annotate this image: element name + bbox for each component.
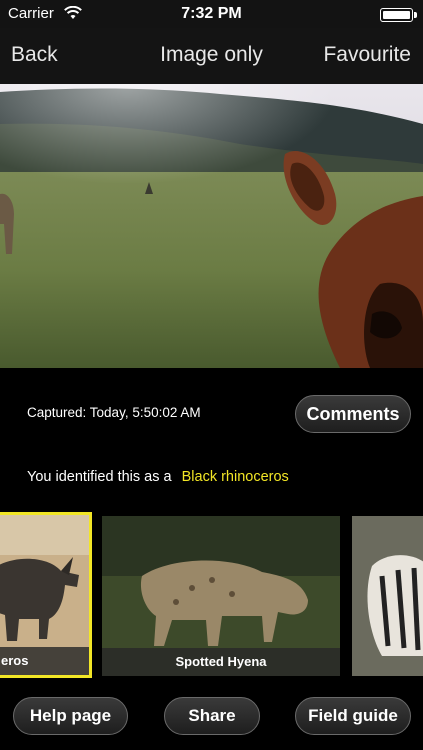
battery-icon bbox=[380, 8, 413, 22]
camera-trap-photo[interactable] bbox=[0, 84, 423, 368]
favourite-button[interactable]: Favourite bbox=[323, 43, 411, 67]
thumbnail-black-rhinoceros[interactable]: eros bbox=[0, 512, 92, 678]
share-button[interactable]: Share bbox=[164, 697, 260, 735]
species-thumbnail-strip[interactable]: eros Spotted Hyena bbox=[0, 512, 423, 678]
zebra-like-image bbox=[352, 516, 423, 676]
identified-species[interactable]: Black rhinoceros bbox=[182, 469, 289, 485]
status-bar: Carrier 7:32 PM bbox=[0, 0, 423, 28]
identified-prefix: You identified this as a bbox=[27, 469, 172, 485]
captured-timestamp: Captured: Today, 5:50:02 AM bbox=[27, 405, 201, 420]
thumbnail-caption: eros bbox=[0, 647, 89, 675]
clock: 7:32 PM bbox=[181, 5, 242, 22]
help-page-button[interactable]: Help page bbox=[13, 697, 128, 735]
battery-tip bbox=[414, 12, 417, 18]
comments-button[interactable]: Comments bbox=[295, 395, 411, 433]
thumbnail-caption: Spotted Hyena bbox=[102, 648, 340, 676]
nav-bar: Back Image only Favourite bbox=[0, 28, 423, 84]
thumbnail-spotted-hyena[interactable]: Spotted Hyena bbox=[102, 516, 340, 676]
back-button[interactable]: Back bbox=[11, 43, 58, 67]
thumbnail-striped-animal[interactable] bbox=[352, 516, 423, 676]
identification-text: You identified this as a Black rhinocero… bbox=[27, 469, 289, 485]
field-guide-button[interactable]: Field guide bbox=[295, 697, 411, 735]
